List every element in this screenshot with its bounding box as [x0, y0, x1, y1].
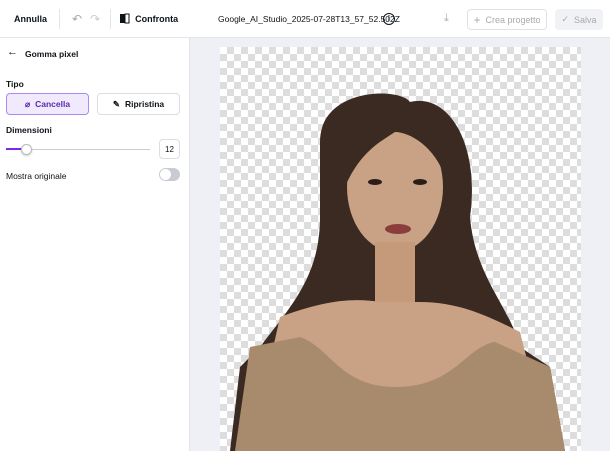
save-button[interactable]: ✓ Salva	[555, 9, 603, 30]
save-label: Salva	[574, 14, 597, 25]
check-icon: ✓	[561, 14, 570, 24]
divider	[110, 8, 112, 29]
compare-button[interactable]: Confronta	[119, 13, 178, 24]
panel-title: Gomma pixel	[25, 49, 79, 59]
eraser-icon: ⌀	[24, 98, 31, 109]
top-toolbar: Annulla ↶ ↷ Confronta Google_AI_Studio_2…	[0, 0, 610, 38]
pen-icon: ✎	[112, 98, 120, 109]
restore-button[interactable]: ✎ Ripristina	[97, 93, 180, 115]
undo-icon[interactable]: ↶	[72, 12, 82, 26]
show-original-toggle[interactable]	[159, 168, 180, 181]
canvas-area	[190, 38, 610, 451]
create-project-button[interactable]: + Crea progetto	[467, 9, 547, 30]
back-arrow-icon[interactable]: ←	[7, 46, 18, 58]
size-input[interactable]: 12	[159, 139, 180, 159]
download-icon[interactable]: ⤓	[444, 12, 449, 25]
type-label: Tipo	[6, 79, 24, 89]
erase-label: Cancella	[35, 99, 71, 109]
erase-button[interactable]: ⌀ Cancella	[6, 93, 89, 115]
cancel-button[interactable]: Annulla	[14, 14, 47, 24]
compare-label: Confronta	[135, 13, 179, 24]
plus-icon: +	[473, 12, 481, 27]
show-original-label: Mostra originale	[6, 171, 67, 181]
eraser-panel: ← Gomma pixel Tipo ⌀ Cancella ✎ Ripristina…	[0, 38, 190, 451]
file-name: Google_AI_Studio_2025-07-28T13_57_52.502…	[218, 13, 400, 24]
info-icon[interactable]: i	[383, 12, 395, 25]
edited-photo[interactable]	[220, 47, 581, 451]
portrait-image	[230, 93, 565, 451]
create-project-label: Crea progetto	[485, 14, 541, 25]
slider-thumb[interactable]	[21, 144, 33, 155]
compare-icon	[119, 13, 130, 24]
divider	[59, 8, 60, 29]
size-label: Dimensioni	[6, 125, 52, 135]
restore-label: Ripristina	[124, 99, 165, 109]
redo-icon[interactable]: ↷	[90, 12, 100, 26]
